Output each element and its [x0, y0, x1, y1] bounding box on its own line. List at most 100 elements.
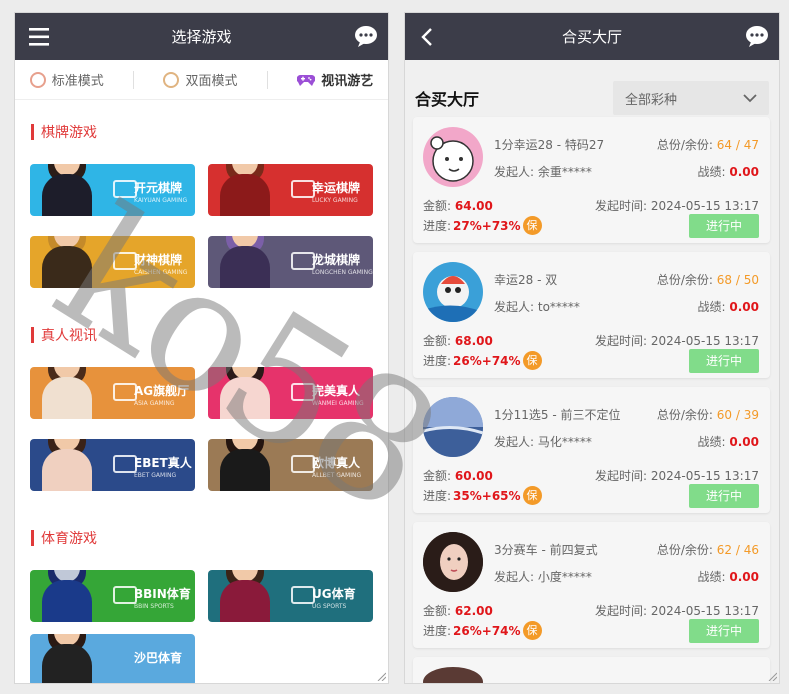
game-card-bbin[interactable]: BBIN体育 BBIN SPORTS — [30, 570, 195, 622]
game-logo-icon — [112, 252, 137, 270]
chat-icon[interactable] — [745, 24, 769, 48]
tab-video-games[interactable]: 视讯游艺 — [297, 70, 373, 89]
section-title-text: 真人视讯 — [41, 328, 97, 344]
game-character-image — [36, 164, 100, 216]
game-card-longcheng[interactable]: 龙城棋牌 LONGCHEN GAMING — [208, 236, 373, 288]
initiator: 发起人: 余重***** — [494, 165, 592, 179]
chat-icon[interactable] — [354, 24, 378, 48]
lottery-type-select[interactable]: 全部彩种 — [613, 81, 769, 115]
resize-handle-icon[interactable] — [767, 671, 777, 681]
game-subtitle: CAISHEN GAMING — [134, 269, 188, 276]
game-grid: AG旗舰厅 ASIA GAMING 完美真人 WANMEI GAMING EBE… — [30, 367, 388, 491]
shares-total: 总份/余份: 68 / 50 — [656, 273, 759, 287]
resize-handle-icon[interactable] — [376, 671, 386, 681]
tab-label: 标准模式 — [51, 74, 104, 89]
avatar — [423, 262, 483, 322]
game-name: EBET真人 — [134, 456, 192, 470]
tab-standard-mode[interactable]: 标准模式 — [29, 70, 104, 89]
game-subtitle: LUCKY GAMING — [312, 197, 358, 204]
in-progress-button[interactable]: 进行中 — [689, 214, 759, 238]
game-name: 财神棋牌 — [134, 253, 183, 267]
standard-mode-icon — [29, 71, 46, 88]
progress: 进度: 35%+65% 保 — [423, 486, 542, 505]
start-time: 发起时间: 2024-05-15 13:17 — [594, 199, 759, 213]
offer-card[interactable]: 1分11选5 - 前三不定位 发起人: 马化***** 总份/余份: 60 / … — [413, 387, 770, 513]
guarantee-badge: 保 — [522, 486, 542, 505]
tab-label: 双面模式 — [185, 74, 238, 89]
mode-tabs: 标准模式 双面模式 视讯游艺 — [15, 60, 388, 100]
game-card-ag[interactable]: AG旗舰厅 ASIA GAMING — [30, 367, 195, 419]
game-card-wanmei[interactable]: 完美真人 WANMEI GAMING — [208, 367, 373, 419]
game-grid: 开元棋牌 KAIYUAN GAMING 幸运棋牌 LUCKY GAMING 财神… — [30, 164, 388, 288]
landscape-avatar-icon — [423, 397, 483, 457]
game-logo-icon — [290, 455, 315, 473]
section-title-text: 棋牌游戏 — [41, 125, 97, 141]
start-time: 发起时间: 2024-05-15 13:17 — [594, 334, 759, 348]
game-character-image — [36, 439, 100, 491]
game-card-caishen[interactable]: 财神棋牌 CAISHEN GAMING — [30, 236, 195, 288]
section-marker — [31, 327, 34, 343]
chevron-down-icon — [743, 93, 757, 102]
section-marker — [31, 530, 34, 546]
section-title: 真人视讯 — [31, 325, 388, 345]
game-character-image — [36, 634, 100, 683]
start-time: 发起时间: 2024-05-15 13:17 — [594, 469, 759, 483]
guarantee-badge: 保 — [522, 216, 542, 235]
back-arrow-icon[interactable] — [417, 25, 443, 49]
game-card-ug[interactable]: UG体育 UG SPORTS — [208, 570, 373, 622]
initiator: 发起人: 小度***** — [494, 570, 592, 584]
select-value: 全部彩种 — [625, 92, 678, 108]
amount: 金额: 62.00 — [423, 604, 493, 618]
game-logo-icon — [112, 455, 137, 473]
avatar — [423, 532, 483, 592]
amount: 金额: 60.00 — [423, 469, 493, 483]
guarantee-badge: 保 — [522, 621, 542, 640]
amount: 金额: 64.00 — [423, 199, 493, 213]
record: 战绩: 0.00 — [697, 300, 759, 314]
record: 战绩: 0.00 — [697, 435, 759, 449]
game-subtitle: ALLBET GAMING — [312, 472, 362, 479]
game-character-image — [36, 570, 100, 622]
game-logo-icon — [290, 383, 315, 401]
section-live-video: 真人视讯 AG旗舰厅 ASIA GAMING 完美真人 WANMEI GAMIN… — [15, 325, 388, 491]
double-mode-icon — [163, 71, 180, 88]
in-progress-button[interactable]: 进行中 — [689, 484, 759, 508]
game-card-shaba[interactable]: 沙巴体育 — [30, 634, 195, 683]
menu-icon[interactable] — [27, 25, 53, 49]
game-card-lucky[interactable]: 幸运棋牌 LUCKY GAMING — [208, 164, 373, 216]
progress: 进度: 26%+74% 保 — [423, 351, 542, 370]
in-progress-button[interactable]: 进行中 — [689, 349, 759, 373]
avatar — [423, 127, 483, 187]
section-title: 体育游戏 — [31, 528, 388, 548]
offer-card[interactable]: 幸运28 - 双 发起人: to***** 总份/余份: 68 / 50 战绩:… — [413, 252, 770, 378]
section-chess-games: 棋牌游戏 开元棋牌 KAIYUAN GAMING 幸运棋牌 LUCKY GAMI… — [15, 122, 388, 288]
in-progress-button[interactable]: 进行中 — [689, 619, 759, 643]
shares-total: 总份/余份: 60 / 39 — [656, 408, 759, 422]
game-character-image — [36, 236, 100, 288]
offer-card-partial[interactable] — [413, 657, 770, 683]
shares-total: 总份/余份: 62 / 46 — [656, 543, 759, 557]
avatar — [423, 397, 483, 457]
offer-title: 3分赛车 - 前四复式 — [494, 543, 598, 557]
game-card-ebet[interactable]: EBET真人 EBET GAMING — [30, 439, 195, 491]
offer-card[interactable]: 3分赛车 - 前四复式 发起人: 小度***** 总份/余份: 62 / 46 … — [413, 522, 770, 648]
offer-card[interactable]: 1分幸运28 - 特码27 发起人: 余重***** 总份/余份: 64 / 4… — [413, 117, 770, 243]
game-subtitle: LONGCHEN GAMING — [312, 269, 373, 276]
game-logo-icon — [290, 252, 315, 270]
section-title: 棋牌游戏 — [31, 122, 388, 142]
game-name: 欧博真人 — [312, 456, 361, 470]
game-name: 完美真人 — [312, 384, 361, 398]
avatar — [423, 667, 483, 683]
game-character-image — [214, 164, 278, 216]
tab-label: 视讯游艺 — [321, 74, 374, 89]
tab-double-mode[interactable]: 双面模式 — [163, 70, 238, 89]
right-top-bar: 合买大厅 — [405, 13, 779, 60]
offer-title: 幸运28 - 双 — [494, 273, 558, 287]
game-name: BBIN体育 — [134, 587, 191, 601]
game-card-kaiyuan[interactable]: 开元棋牌 KAIYUAN GAMING — [30, 164, 195, 216]
gamepad-icon — [297, 74, 316, 86]
initiator: 发起人: to***** — [494, 300, 580, 314]
game-card-allbet[interactable]: 欧博真人 ALLBET GAMING — [208, 439, 373, 491]
game-subtitle: BBIN SPORTS — [134, 603, 174, 610]
record: 战绩: 0.00 — [697, 570, 759, 584]
